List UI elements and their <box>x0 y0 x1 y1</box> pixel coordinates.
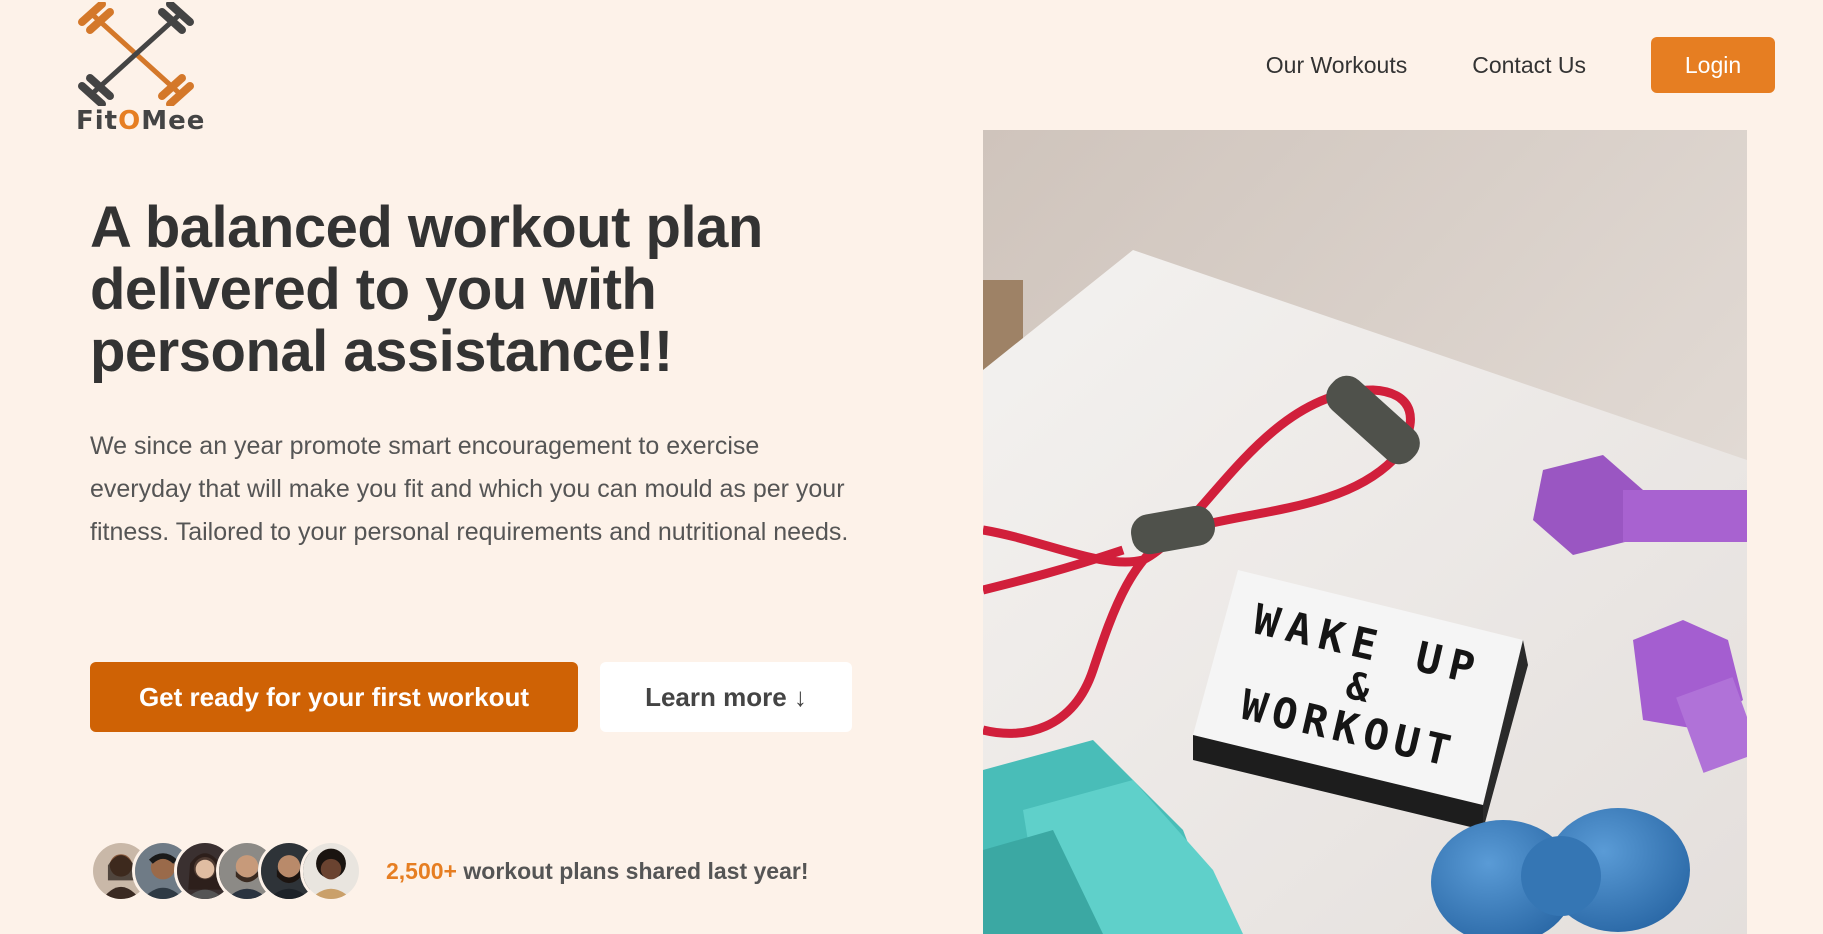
plans-count: 2,500+ <box>386 857 457 884</box>
hero-image: WAKE UP & WORKOUT <box>983 130 1747 934</box>
crossed-dumbbells-icon <box>78 0 194 108</box>
avatar-group <box>90 840 362 902</box>
brand-logo[interactable]: FitOMee <box>76 0 206 136</box>
brand-name: FitOMee <box>76 106 206 136</box>
first-workout-button[interactable]: Get ready for your first workout <box>90 662 578 732</box>
nav-link-our-workouts[interactable]: Our Workouts <box>1266 52 1407 79</box>
avatar <box>300 840 362 902</box>
learn-more-button[interactable]: Learn more ↓ <box>600 662 852 732</box>
hero-title: A balanced workout plan delivered to you… <box>90 195 763 384</box>
social-proof-text: 2,500+ workout plans shared last year! <box>386 857 809 884</box>
hero-description: We since an year promote smart encourage… <box>90 432 849 546</box>
main-nav: Our Workouts Contact Us Login <box>1266 37 1775 93</box>
social-proof: 2,500+ workout plans shared last year! <box>90 840 809 902</box>
nav-link-contact-us[interactable]: Contact Us <box>1472 52 1586 79</box>
login-button[interactable]: Login <box>1651 37 1775 93</box>
